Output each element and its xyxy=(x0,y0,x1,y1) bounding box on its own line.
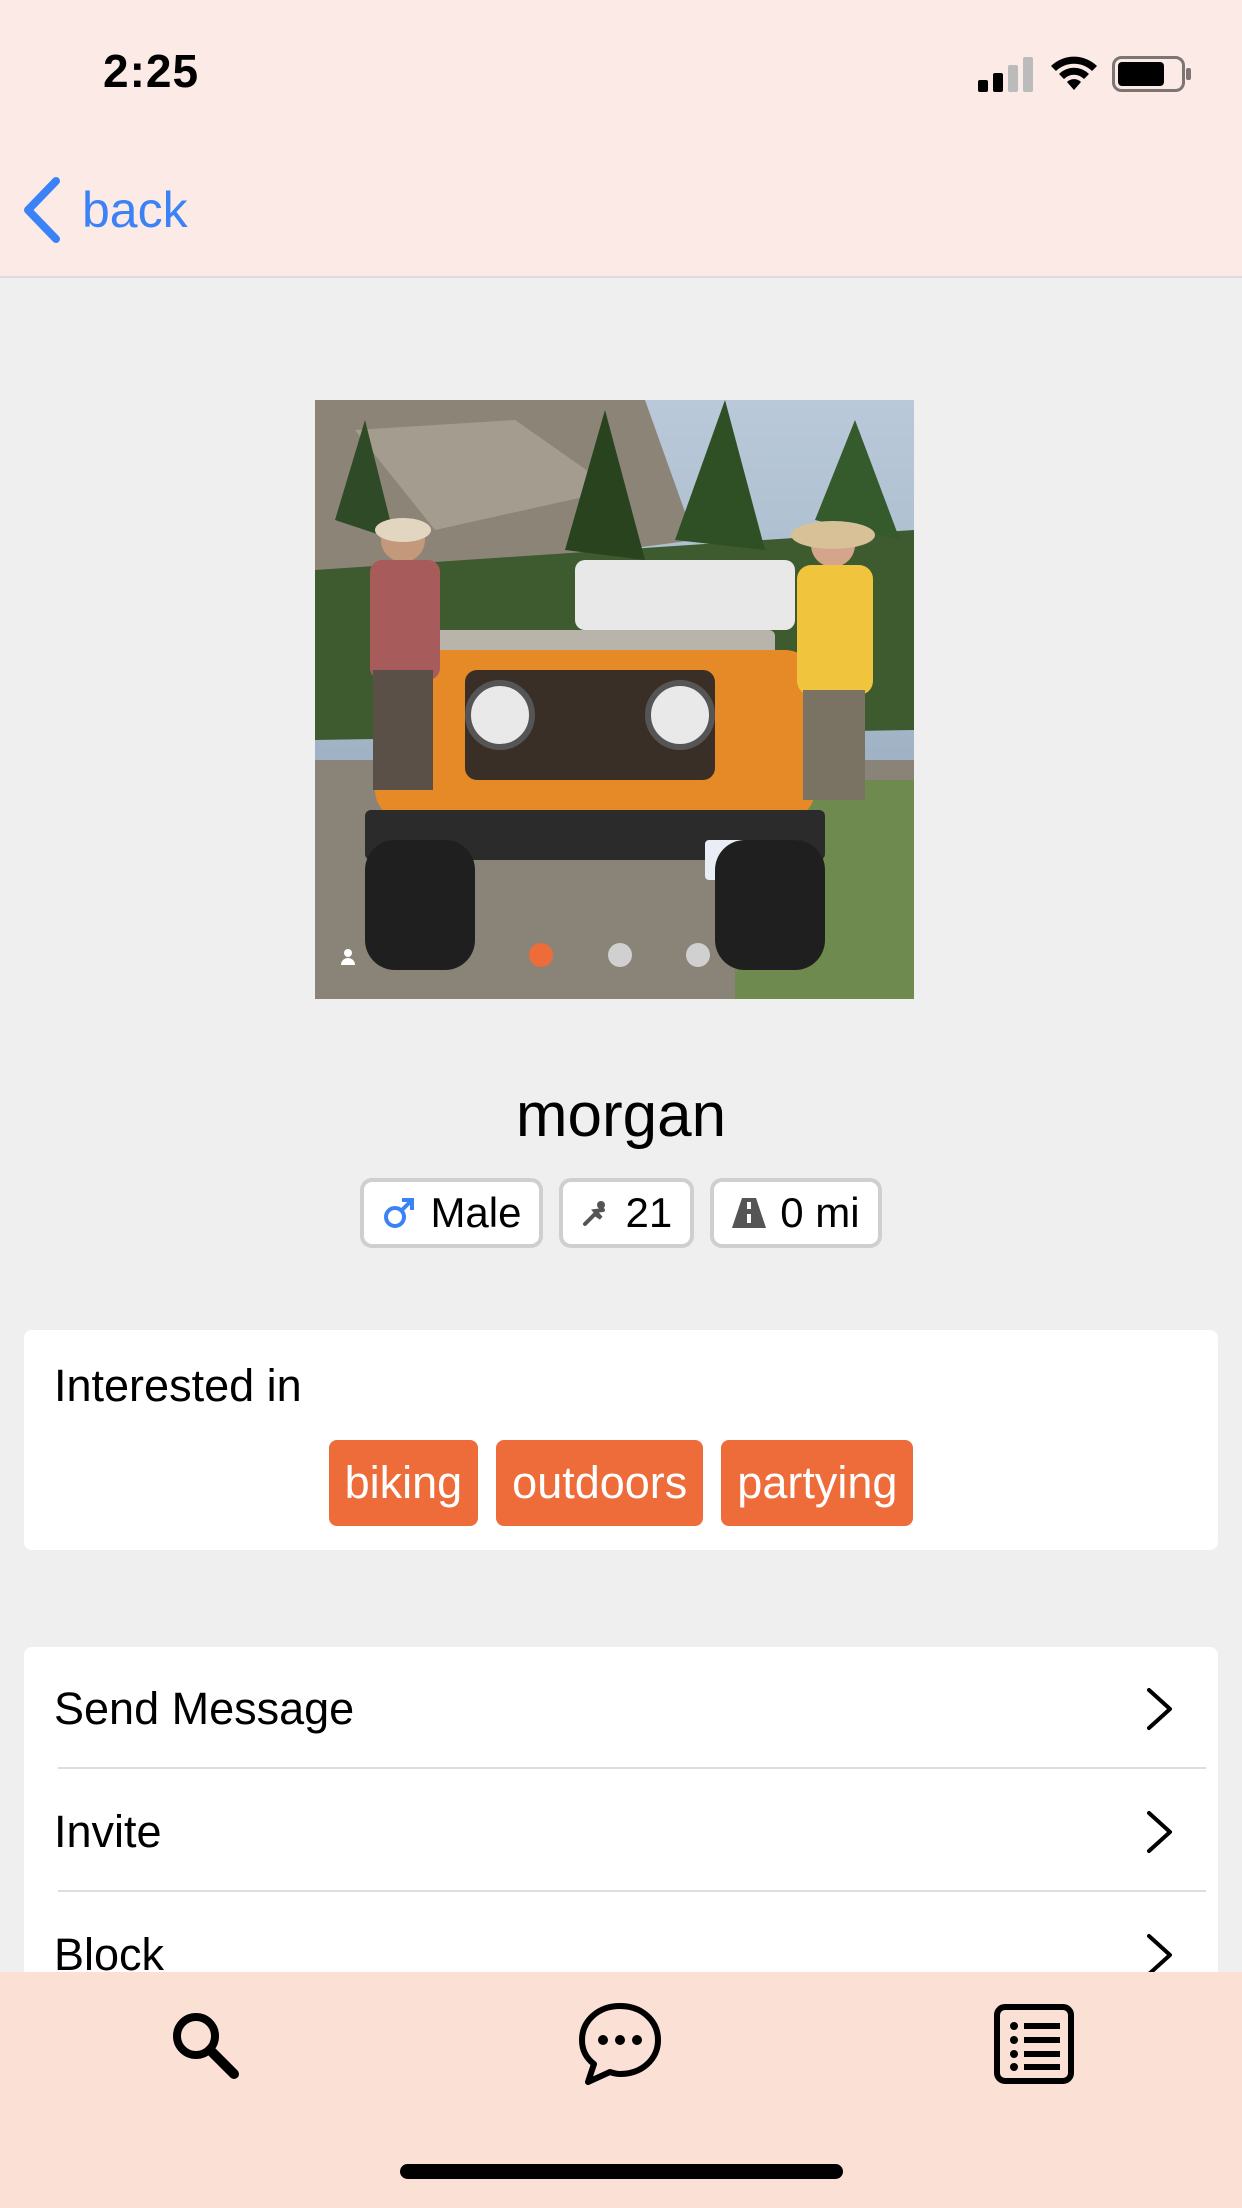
age-icon xyxy=(583,1201,606,1226)
send-message-label: Send Message xyxy=(54,1682,355,1734)
invite-row[interactable]: Invite xyxy=(24,1770,1218,1893)
chevron-right-icon xyxy=(1147,1810,1172,1853)
chevron-right-icon xyxy=(1147,1687,1172,1730)
photo-page-dot[interactable] xyxy=(686,943,710,967)
photo-page-dot[interactable] xyxy=(608,943,632,967)
back-label: back xyxy=(82,182,188,238)
profile-chips: Male 21 0 mi xyxy=(0,1178,1242,1248)
actions-list: Send Message Invite Block xyxy=(24,1647,1218,1977)
profile-photo[interactable] xyxy=(315,400,914,999)
block-row[interactable]: Block xyxy=(24,1893,1218,1977)
distance-label: 0 mi xyxy=(780,1189,860,1236)
chevron-left-icon xyxy=(24,177,60,243)
profile-name: morgan xyxy=(515,1081,727,1150)
interest-tag[interactable]: partying xyxy=(721,1440,914,1526)
list-icon xyxy=(994,2004,1074,2084)
gender-chip: Male xyxy=(360,1178,544,1248)
person-icon xyxy=(340,948,356,971)
invite-label: Invite xyxy=(54,1805,162,1857)
search-icon xyxy=(173,2013,239,2079)
back-button[interactable]: back xyxy=(22,175,188,245)
tab-list[interactable] xyxy=(994,2004,1074,2089)
road-icon xyxy=(732,1198,767,1228)
chat-bubble-icon xyxy=(579,2003,661,2085)
age-chip: 21 xyxy=(559,1178,695,1248)
tab-messages[interactable] xyxy=(576,2000,664,2093)
row-divider xyxy=(58,1890,1206,1892)
gender-label: Male xyxy=(430,1189,522,1236)
photo-page-dot-active[interactable] xyxy=(529,943,553,967)
interests-title: Interested in xyxy=(54,1360,302,1411)
home-indicator xyxy=(400,2164,843,2179)
wifi-icon xyxy=(1050,52,1098,97)
male-icon xyxy=(384,1198,415,1228)
interest-tag[interactable]: biking xyxy=(328,1440,479,1526)
status-time: 2:25 xyxy=(103,45,200,97)
chevron-right-icon xyxy=(1147,1933,1172,1976)
interest-tag[interactable]: outdoors xyxy=(496,1440,704,1526)
interest-tags: biking outdoors partying xyxy=(0,1440,1242,1526)
distance-chip: 0 mi xyxy=(710,1178,882,1248)
send-message-row[interactable]: Send Message xyxy=(24,1647,1218,1770)
block-label: Block xyxy=(54,1928,165,1978)
battery-icon xyxy=(1112,56,1192,97)
tab-search[interactable] xyxy=(168,2008,242,2087)
age-label: 21 xyxy=(625,1189,673,1236)
row-divider xyxy=(58,1767,1206,1769)
signal-icon xyxy=(978,56,1038,97)
